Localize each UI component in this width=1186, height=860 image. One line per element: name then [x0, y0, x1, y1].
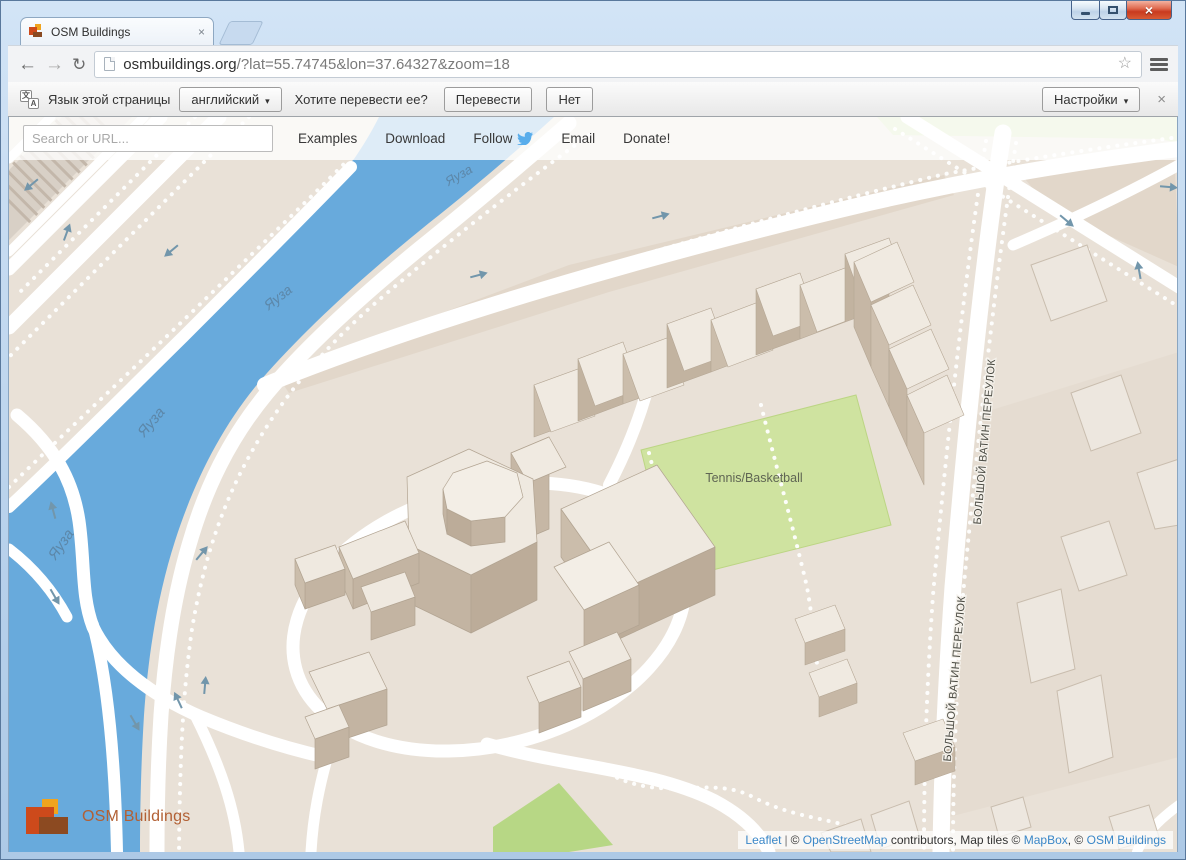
translate-question: Хотите перевести ее? — [295, 92, 428, 107]
chevron-down-icon: ▾ — [265, 96, 270, 106]
browser-window: OSM Buildings × × ← → ↻ osmbuildings.org… — [0, 0, 1186, 860]
page-content: БОЛЬШОЙ ВАТИН ПЕРЕУЛОК БОЛЬШОЙ ВАТИН ПЕР… — [8, 117, 1178, 852]
browser-toolbar: ← → ↻ osmbuildings.org/?lat=55.74745&lon… — [8, 45, 1178, 82]
forward-button[interactable]: → — [45, 55, 64, 74]
reload-button[interactable]: ↻ — [72, 56, 86, 73]
link-follow[interactable]: Follow — [473, 131, 533, 146]
bookmark-star-icon[interactable]: ☆ — [1118, 56, 1132, 72]
maximize-icon — [1108, 6, 1118, 14]
chevron-down-icon: ▾ — [1124, 96, 1129, 106]
close-button[interactable]: × — [1126, 1, 1172, 20]
decline-button[interactable]: Нет — [546, 87, 592, 112]
url-text[interactable]: osmbuildings.org/?lat=55.74745&lon=37.64… — [123, 56, 1109, 73]
link-download[interactable]: Download — [385, 131, 445, 146]
maximize-button[interactable] — [1099, 1, 1127, 20]
logo-text: OSM Buildings — [82, 808, 190, 826]
titlebar: OSM Buildings × × — [8, 1, 1178, 45]
link-email[interactable]: Email — [561, 131, 595, 146]
menu-icon[interactable] — [1150, 58, 1168, 71]
close-icon: × — [1145, 3, 1153, 17]
translate-icon: 文 A — [20, 90, 39, 109]
infobar-close-icon[interactable]: × — [1157, 92, 1166, 107]
translate-button[interactable]: Перевести — [444, 87, 533, 112]
mapbox-link[interactable]: MapBox — [1024, 833, 1068, 847]
map-attribution: Leaflet|© OpenStreetMap contributors, Ma… — [738, 831, 1173, 849]
minimize-button[interactable] — [1071, 1, 1100, 20]
leaflet-link[interactable]: Leaflet — [745, 833, 781, 847]
window-controls: × — [1072, 1, 1172, 20]
page-icon — [104, 57, 115, 71]
site-navbar: Examples Download Follow Email Donate! — [9, 117, 1177, 160]
tab-favicon-icon — [29, 24, 45, 40]
settings-button[interactable]: Настройки▾ — [1042, 87, 1140, 112]
language-dropdown[interactable]: английский▾ — [179, 87, 281, 112]
minimize-icon — [1081, 12, 1090, 15]
page-language-label: Язык этой страницы — [48, 92, 170, 107]
logo-mark-icon — [26, 799, 70, 835]
back-button[interactable]: ← — [18, 55, 37, 74]
url-domain: osmbuildings.org — [123, 56, 236, 73]
tab-close-icon[interactable]: × — [198, 26, 205, 38]
map-canvas[interactable]: БОЛЬШОЙ ВАТИН ПЕРЕУЛОК БОЛЬШОЙ ВАТИН ПЕР… — [9, 117, 1178, 852]
openstreetmap-link[interactable]: OpenStreetMap — [803, 833, 888, 847]
address-bar[interactable]: osmbuildings.org/?lat=55.74745&lon=37.64… — [94, 51, 1142, 78]
twitter-icon — [517, 132, 533, 145]
translate-bar: 文 A Язык этой страницы английский▾ Хотит… — [8, 82, 1178, 117]
link-examples[interactable]: Examples — [298, 131, 357, 146]
browser-tab[interactable]: OSM Buildings × — [20, 17, 214, 45]
court-label: Tennis/Basketball — [705, 471, 802, 485]
osm-buildings-link[interactable]: OSM Buildings — [1087, 833, 1166, 847]
site-links: Examples Download Follow Email Donate! — [298, 117, 670, 160]
link-donate[interactable]: Donate! — [623, 131, 670, 146]
new-tab-button[interactable] — [218, 21, 263, 45]
tab-title: OSM Buildings — [51, 25, 192, 39]
url-path: /?lat=55.74745&lon=37.64327&zoom=18 — [237, 56, 510, 73]
search-input[interactable] — [23, 125, 273, 152]
osm-buildings-logo[interactable]: OSM Buildings — [26, 799, 190, 835]
